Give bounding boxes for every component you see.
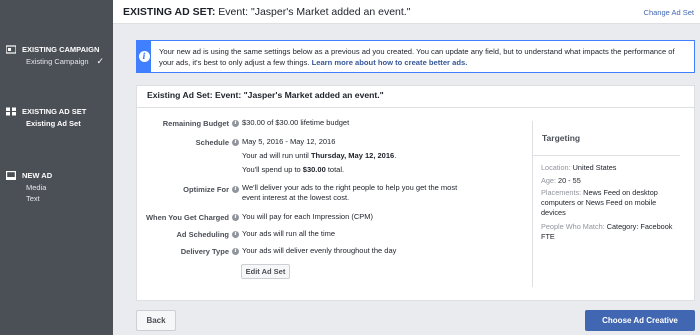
targeting-key: People Who Match: bbox=[541, 222, 605, 231]
run-prefix: Your ad will run until bbox=[242, 151, 311, 160]
optimize-for-label: Optimize For i bbox=[183, 185, 239, 194]
optimize-for-line-1: We'll deliver your ads to the right peop… bbox=[242, 183, 458, 192]
spend-suffix: total. bbox=[325, 165, 345, 174]
sidebar-section-ad-set: EXISTING AD SET Existing Ad Set bbox=[0, 104, 113, 129]
info-bar: i bbox=[137, 41, 152, 72]
help-icon[interactable]: i bbox=[232, 231, 239, 238]
when-charged-value: You will pay for each Impression (CPM) bbox=[242, 212, 374, 221]
label-text: Optimize For bbox=[183, 185, 229, 194]
sidebar-item-existing-campaign[interactable]: Existing Campaign ✓ bbox=[0, 56, 113, 67]
sidebar-item-label: Existing Ad Set bbox=[26, 119, 81, 128]
checkmark-icon: ✓ bbox=[96, 56, 104, 66]
panel-divider bbox=[137, 107, 694, 108]
help-icon[interactable]: i bbox=[232, 120, 239, 127]
delivery-type-label: Delivery Type i bbox=[181, 247, 239, 256]
optimize-for-line-2: event interest at the lowest cost. bbox=[242, 193, 350, 202]
campaign-icon bbox=[6, 44, 16, 54]
targeting-summary: Targeting Location: United States Age: 2… bbox=[532, 121, 680, 287]
page-header: EXISTING AD SET: Event: "Jasper's Market… bbox=[113, 0, 700, 24]
sidebar-heading-label: EXISTING CAMPAIGN bbox=[22, 44, 100, 54]
label-text: Schedule bbox=[195, 138, 229, 147]
sidebar-item-label: Text bbox=[26, 194, 40, 203]
schedule-run-until: Your ad will run until Thursday, May 12,… bbox=[242, 151, 396, 161]
sidebar: EXISTING CAMPAIGN Existing Campaign ✓ EX… bbox=[0, 0, 113, 335]
sidebar-item-text[interactable]: Text bbox=[0, 193, 113, 204]
sidebar-heading-label: EXISTING AD SET bbox=[22, 106, 87, 116]
info-notice: i Your new ad is using the same settings… bbox=[136, 40, 695, 73]
label-text: When You Get Charged bbox=[145, 213, 229, 222]
remaining-budget-value: $30.00 of $30.00 lifetime budget bbox=[242, 118, 350, 127]
help-icon[interactable]: i bbox=[232, 139, 239, 146]
targeting-people-who-match: People Who Match: Category: Facebook FTE bbox=[541, 222, 676, 242]
sidebar-heading-ad-set[interactable]: EXISTING AD SET bbox=[0, 104, 113, 118]
sidebar-heading-new-ad[interactable]: NEW AD bbox=[0, 168, 113, 182]
run-date: Thursday, May 12, 2016 bbox=[310, 151, 395, 160]
label-text: Delivery Type bbox=[180, 247, 229, 256]
targeting-divider bbox=[533, 155, 680, 156]
sidebar-item-existing-ad-set[interactable]: Existing Ad Set bbox=[0, 118, 113, 129]
targeting-age: Age: 20 - 55 bbox=[541, 176, 676, 186]
ad-scheduling-label: Ad Scheduling i bbox=[176, 230, 239, 239]
info-icon: i bbox=[138, 51, 150, 62]
ad-scheduling-value: Your ads will run all the time bbox=[242, 229, 336, 238]
sidebar-section-campaign: EXISTING CAMPAIGN Existing Campaign ✓ bbox=[0, 42, 113, 67]
sidebar-item-label: Media bbox=[26, 183, 47, 192]
targeting-heading: Targeting bbox=[542, 133, 581, 143]
delivery-type-value: Your ads will deliver evenly throughout … bbox=[242, 246, 397, 255]
learn-more-link[interactable]: Learn more about how to create better ad… bbox=[312, 58, 468, 67]
targeting-location: Location: United States bbox=[541, 163, 676, 173]
schedule-label: Schedule i bbox=[196, 138, 239, 147]
edit-ad-set-button[interactable]: Edit Ad Set bbox=[241, 264, 290, 279]
ad-icon bbox=[6, 170, 16, 180]
sidebar-item-media[interactable]: Media bbox=[0, 182, 113, 193]
sidebar-item-label: Existing Campaign bbox=[26, 57, 89, 66]
targeting-key: Placements: bbox=[541, 188, 582, 197]
sidebar-heading-label: NEW AD bbox=[22, 170, 53, 180]
label-text: Remaining Budget bbox=[162, 119, 229, 128]
ad-set-panel: Existing Ad Set: Event: "Jasper's Market… bbox=[136, 85, 695, 301]
schedule-dates: May 5, 2016 - May 12, 2016 bbox=[242, 137, 336, 146]
help-icon[interactable]: i bbox=[232, 186, 239, 193]
help-icon[interactable]: i bbox=[232, 248, 239, 255]
targeting-value: United States bbox=[570, 163, 617, 172]
help-icon[interactable]: i bbox=[232, 214, 239, 221]
when-charged-label: When You Get Charged i bbox=[146, 213, 239, 222]
notice-text: Your new ad is using the same settings b… bbox=[151, 41, 694, 72]
back-button[interactable]: Back bbox=[136, 310, 176, 331]
remaining-budget-label: Remaining Budget i bbox=[163, 119, 239, 128]
targeting-key: Location: bbox=[541, 163, 571, 172]
targeting-value: 20 - 55 bbox=[556, 176, 581, 185]
choose-ad-creative-button[interactable]: Choose Ad Creative bbox=[585, 310, 695, 331]
spend-amount: $30.00 bbox=[302, 165, 326, 174]
sidebar-section-new-ad: NEW AD Media Text bbox=[0, 168, 113, 204]
ad-set-icon bbox=[6, 107, 16, 116]
spend-prefix: You'll spend up to bbox=[242, 165, 303, 174]
sidebar-heading-campaign[interactable]: EXISTING CAMPAIGN bbox=[0, 42, 113, 56]
targeting-placements: Placements: News Feed on desktop compute… bbox=[541, 188, 676, 218]
label-text: Ad Scheduling bbox=[176, 230, 230, 239]
targeting-key: Age: bbox=[541, 176, 557, 185]
page-title: EXISTING AD SET: Event: "Jasper's Market… bbox=[123, 6, 410, 18]
page-title-rest: Event: "Jasper's Market added an event." bbox=[215, 6, 411, 18]
run-suffix: . bbox=[394, 151, 397, 160]
change-ad-set-link[interactable]: Change Ad Set bbox=[644, 8, 694, 17]
panel-title: Existing Ad Set: Event: "Jasper's Market… bbox=[147, 90, 384, 100]
page-title-bold: EXISTING AD SET: bbox=[123, 6, 216, 18]
schedule-spend: You'll spend up to $30.00 total. bbox=[242, 165, 344, 175]
